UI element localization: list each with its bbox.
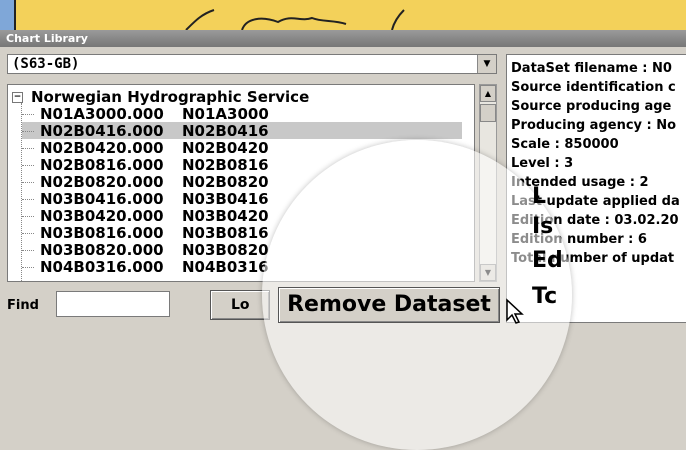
info-line: Level : 3 [511, 156, 574, 171]
tree-root-label: Norwegian Hydrographic Service [31, 88, 310, 106]
list-item-file: N03B0416.000 [40, 190, 164, 208]
list-item[interactable]: N03B0416.000 N03B0416 [22, 190, 269, 208]
remove-dataset-button[interactable]: Remove Dataset [278, 287, 500, 323]
mouse-cursor-icon [506, 298, 524, 324]
list-item-name: N03B0820 [182, 241, 269, 259]
magnified-text: Is [532, 214, 554, 239]
scroll-thumb[interactable] [480, 104, 496, 122]
list-item[interactable]: N03B0420.000 N03B0420 [22, 207, 269, 225]
list-item-file: N02B0416.000 [40, 122, 164, 140]
list-item-name: N03B0416 [182, 190, 269, 208]
list-item[interactable]: N01A3000.000 N01A3000 [22, 105, 269, 123]
list-item-file: N02B0816.000 [40, 156, 164, 174]
dataset-source-dropdown[interactable]: (S63-GB) ▼ [7, 54, 497, 74]
load-button[interactable]: Lo [210, 290, 270, 320]
list-item-file: N01A3000.000 [40, 105, 164, 123]
list-item[interactable]: N02B0420.000 N02B0420 [22, 139, 269, 157]
info-line: Producing agency : No [511, 118, 677, 133]
list-item-file: N02B0420.000 [40, 139, 164, 157]
list-item-name: N01A3000 [182, 105, 269, 123]
window-title: Chart Library [0, 30, 686, 47]
info-line: DataSet filename : N0 [511, 61, 672, 76]
list-item[interactable]: N03B0816.000 N03B0816 [22, 224, 269, 242]
list-item-name: N03B0420 [182, 207, 269, 225]
find-input[interactable] [56, 291, 170, 317]
list-item[interactable]: N04B0316.000 N04B0316 [22, 258, 269, 276]
list-item-name: N02B0420 [182, 139, 269, 157]
list-item-name: N02B0816 [182, 156, 269, 174]
list-item-file: N03B0816.000 [40, 224, 164, 242]
info-line: Source identification c [511, 80, 676, 95]
list-item-name: N04B0316 [182, 258, 269, 276]
list-item[interactable]: N02B0820.000 N02B0820 [22, 173, 269, 191]
info-line: Source producing age [511, 99, 672, 114]
list-item-selected[interactable]: N02B0416.000 N02B0416 [22, 122, 462, 140]
info-line: Scale : 850000 [511, 137, 619, 152]
list-item-name: N02B0820 [182, 173, 269, 191]
magnified-text: L [532, 184, 547, 209]
dropdown-value: (S63-GB) [12, 56, 80, 72]
map-view[interactable] [0, 0, 686, 30]
find-label: Find [7, 298, 39, 313]
list-item-file: N03B0420.000 [40, 207, 164, 225]
list-item-name: N02B0416 [182, 122, 269, 140]
chevron-down-icon[interactable]: ▼ [477, 55, 496, 73]
magnified-text: Tc [532, 284, 558, 309]
list-item-file: N03B0820.000 [40, 241, 164, 259]
scroll-up-icon[interactable]: ▲ [480, 85, 496, 102]
list-item-file: N02B0820.000 [40, 173, 164, 191]
list-item-file: N04B0316.000 [40, 258, 164, 276]
list-item[interactable]: N02B0816.000 N02B0816 [22, 156, 269, 174]
list-item-name: N03B0816 [182, 224, 269, 242]
collapse-icon[interactable]: − [12, 92, 23, 103]
map-coastline [185, 9, 405, 30]
magnified-text: Ed [532, 248, 563, 273]
list-item[interactable]: N03B0820.000 N03B0820 [22, 241, 269, 259]
tree-root[interactable]: − Norwegian Hydrographic Service [12, 88, 309, 106]
